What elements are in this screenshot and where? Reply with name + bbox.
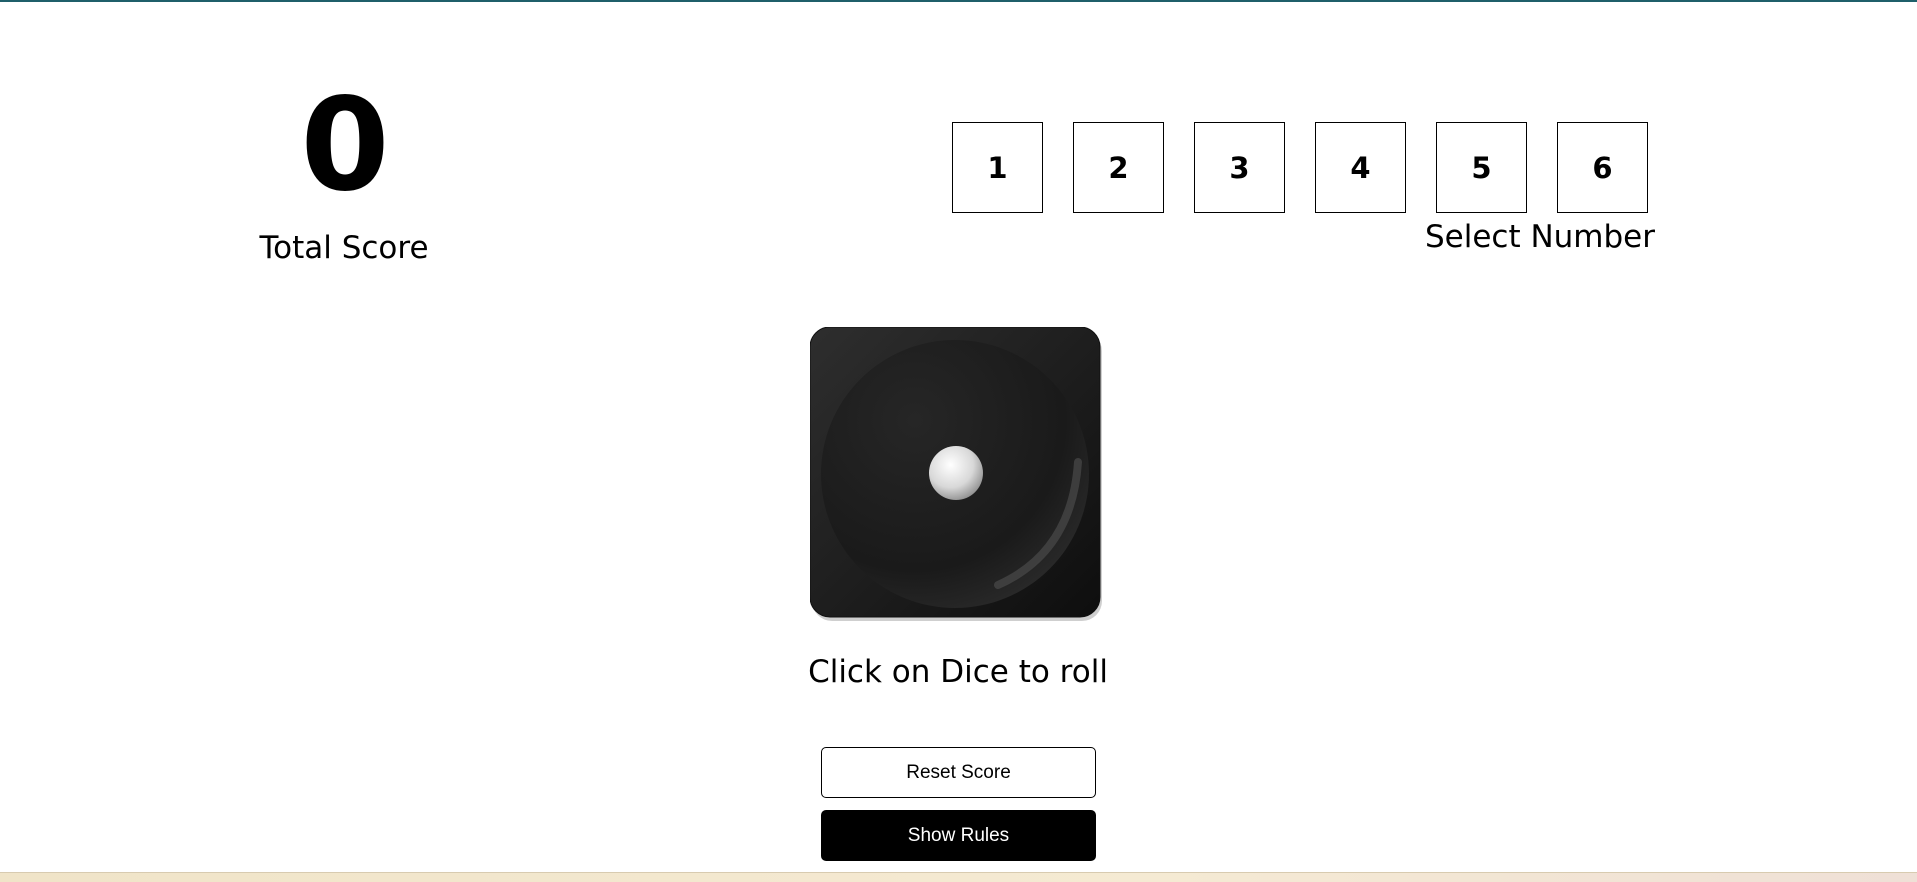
select-number-label: Select Number (1424, 219, 1655, 255)
dice-button[interactable] (810, 327, 1104, 621)
number-selector: 1 2 3 4 5 6 Select Number (952, 122, 1655, 255)
number-button-row: 1 2 3 4 5 6 (952, 122, 1655, 213)
number-button-1[interactable]: 1 (952, 122, 1043, 213)
number-button-4[interactable]: 4 (1315, 122, 1406, 213)
top-accent-line (0, 0, 1917, 2)
number-button-3[interactable]: 3 (1194, 122, 1285, 213)
total-score-panel: 0 Total Score (231, 71, 457, 267)
number-button-5[interactable]: 5 (1436, 122, 1527, 213)
show-rules-button[interactable]: Show Rules (821, 810, 1096, 861)
total-score-label: Total Score (259, 230, 429, 266)
reset-score-button[interactable]: Reset Score (821, 747, 1096, 798)
roll-instruction: Click on Dice to roll (808, 654, 1108, 690)
total-score-value: 0 (300, 71, 389, 220)
number-button-2[interactable]: 2 (1073, 122, 1164, 213)
number-button-6[interactable]: 6 (1557, 122, 1648, 213)
dice-one-icon (810, 327, 1102, 621)
